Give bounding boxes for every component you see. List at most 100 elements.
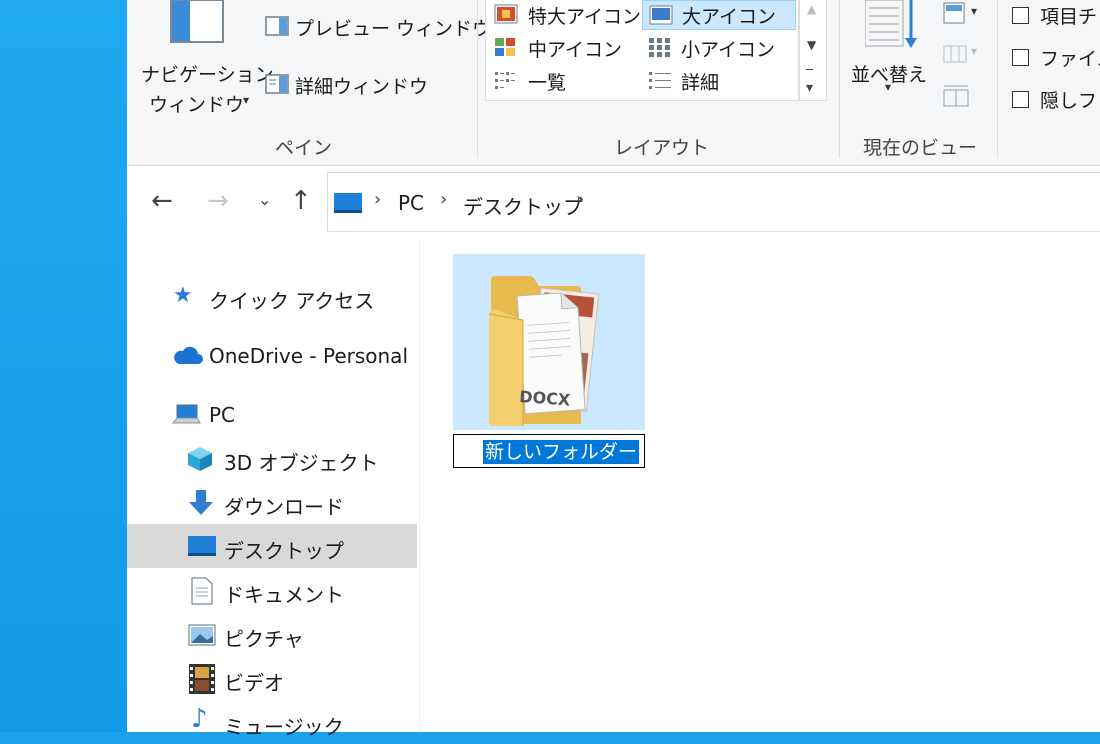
- layout-item-label: 小アイコン: [681, 39, 776, 61]
- item-checkboxes-option[interactable]: 項目チ: [1007, 2, 1100, 32]
- nav-item-onedrive[interactable]: OneDrive - Personal: [127, 333, 417, 377]
- show-hide-label: 隠しフ: [1040, 90, 1098, 112]
- details-pane-button[interactable]: 詳細ウィンドウ: [263, 68, 463, 102]
- show-hide-label: 項目チ: [1040, 6, 1098, 28]
- picture-icon: [188, 624, 216, 646]
- layout-group-label: レイアウト: [614, 137, 710, 159]
- chevron-right-icon[interactable]: ›: [576, 189, 583, 210]
- nav-item-downloads[interactable]: ダウンロード: [127, 480, 417, 524]
- document-icon: [191, 577, 213, 605]
- content-area: DOCX 新しいフォルダー: [420, 240, 1100, 732]
- nav-item-videos[interactable]: ビデオ: [127, 656, 417, 700]
- music-note-icon: ♪: [191, 704, 208, 734]
- rename-selected-text: 新しいフォルダー: [483, 440, 640, 464]
- chevron-down-icon: ▾: [971, 44, 978, 58]
- chevron-down-icon: ▾: [243, 93, 250, 107]
- nav-item-label: PC: [209, 403, 236, 427]
- ribbon-divider: [839, 0, 840, 158]
- new-folder-item[interactable]: DOCX: [453, 254, 645, 430]
- up-button[interactable]: ↑: [290, 186, 312, 216]
- sort-by-button[interactable]: 並べ替え ▾: [845, 0, 935, 110]
- navigation-pane-icon: [170, 0, 224, 43]
- layout-small-icons[interactable]: 小アイコン: [642, 33, 794, 63]
- nav-item-music[interactable]: ♪ ミュージック: [127, 700, 417, 744]
- size-columns-icon: [943, 85, 969, 107]
- checkbox[interactable]: [1012, 49, 1029, 66]
- layout-medium-icons[interactable]: 中アイコン: [486, 33, 639, 63]
- layout-list[interactable]: 一覧: [486, 66, 639, 96]
- details-pane-label: 詳細ウィンドウ: [295, 76, 429, 98]
- current-view-group-label: 現在のビュー: [863, 137, 978, 159]
- navigation-pane-button[interactable]: ナビゲーション ウィンドウ ▾: [137, 0, 274, 125]
- download-arrow-icon: [189, 490, 213, 515]
- layout-item-label: 一覧: [528, 72, 567, 94]
- nav-item-label: ドキュメント: [224, 583, 344, 607]
- group-by-button[interactable]: ▾: [939, 0, 989, 30]
- ribbon-divider: [997, 0, 998, 158]
- chevron-right-icon[interactable]: ›: [440, 189, 447, 210]
- large-icons-icon: [649, 5, 673, 25]
- breadcrumb-pc[interactable]: PC: [398, 191, 424, 215]
- ribbon: ナビゲーション ウィンドウ ▾ プレビュー ウィンドウ 詳細ウィンドウ ペイン: [127, 0, 1100, 166]
- add-columns-button[interactable]: ▾: [939, 40, 989, 70]
- medium-icons-icon: [495, 38, 515, 56]
- layout-details[interactable]: 詳細: [642, 66, 794, 96]
- checkbox[interactable]: [1012, 91, 1029, 108]
- desktop-icon: [188, 536, 216, 556]
- folder-doc-label: DOCX: [519, 387, 572, 410]
- nav-item-label: ミュージック: [224, 715, 344, 739]
- nav-item-label: デスクトップ: [224, 539, 344, 563]
- nav-pane-label-line2: ウィンドウ: [149, 94, 245, 116]
- breadcrumb-desktop[interactable]: デスクトップ: [463, 191, 583, 220]
- layout-item-label: 中アイコン: [528, 39, 623, 61]
- add-columns-icon: [943, 45, 967, 63]
- layout-item-label: 大アイコン: [682, 6, 777, 28]
- file-explorer-window: ナビゲーション ウィンドウ ▾ プレビュー ウィンドウ 詳細ウィンドウ ペイン: [127, 0, 1100, 739]
- nav-item-label: ビデオ: [224, 671, 284, 695]
- show-hide-label: ファイル: [1040, 48, 1100, 70]
- hidden-items-option[interactable]: 隠しフ: [1007, 86, 1100, 116]
- gallery-expand-icon[interactable]: ‾ ▾: [806, 69, 813, 95]
- scroll-down-icon[interactable]: ▼: [807, 38, 816, 52]
- nav-item-3d-objects[interactable]: 3D オブジェクト: [127, 436, 417, 480]
- group-by-icon: [943, 2, 965, 24]
- nav-item-desktop[interactable]: デスクトップ: [127, 524, 417, 568]
- film-icon: [189, 664, 215, 694]
- nav-item-label: ピクチャ: [224, 627, 304, 651]
- nav-item-label: クイック アクセス: [209, 289, 375, 313]
- details-pane-icon: [265, 74, 289, 94]
- nav-item-documents[interactable]: ドキュメント: [127, 568, 417, 612]
- rename-input[interactable]: 新しいフォルダー: [453, 434, 645, 468]
- chevron-right-icon[interactable]: ›: [374, 189, 381, 210]
- nav-item-label: ダウンロード: [224, 495, 344, 519]
- forward-button[interactable]: →: [207, 186, 229, 216]
- navigation-pane: ★ クイック アクセス OneDrive - Personal PC 3D オブ…: [127, 240, 420, 739]
- preview-pane-button[interactable]: プレビュー ウィンドウ: [263, 10, 491, 44]
- small-icons-icon: [649, 38, 670, 57]
- layout-large-icons[interactable]: 大アイコン: [642, 0, 796, 30]
- pane-group-label: ペイン: [275, 137, 333, 159]
- layout-gallery: 特大アイコン 大アイコン 中アイコン 小アイコン 一覧 詳細: [485, 0, 799, 101]
- layout-extra-large-icons[interactable]: 特大アイコン: [486, 0, 642, 30]
- scroll-up-icon[interactable]: ▲: [807, 2, 816, 16]
- nav-item-quick-access[interactable]: ★ クイック アクセス: [127, 274, 417, 318]
- chevron-down-icon: ▾: [885, 80, 892, 94]
- address-bar[interactable]: › PC › デスクトップ ›: [327, 172, 1100, 232]
- layout-item-label: 特大アイコン: [528, 6, 642, 28]
- size-columns-button[interactable]: [939, 80, 979, 110]
- file-extensions-option[interactable]: ファイル: [1007, 44, 1100, 74]
- nav-item-label: 3D オブジェクト: [224, 451, 379, 475]
- chevron-down-icon: ▾: [971, 4, 978, 18]
- desktop-background: [0, 0, 127, 732]
- back-button[interactable]: ←: [151, 186, 173, 216]
- layout-gallery-scroll: ▲ ▼ ‾ ▾: [799, 0, 827, 101]
- extra-large-icons-icon: [494, 4, 518, 24]
- nav-item-pc[interactable]: PC: [127, 392, 417, 436]
- cube-icon: [188, 447, 212, 471]
- ribbon-divider: [477, 0, 478, 158]
- list-view-icon: [495, 72, 515, 89]
- preview-pane-icon: [265, 16, 289, 36]
- nav-item-pictures[interactable]: ピクチャ: [127, 612, 417, 656]
- recent-locations-button[interactable]: ⌄: [258, 190, 271, 209]
- checkbox[interactable]: [1012, 7, 1029, 24]
